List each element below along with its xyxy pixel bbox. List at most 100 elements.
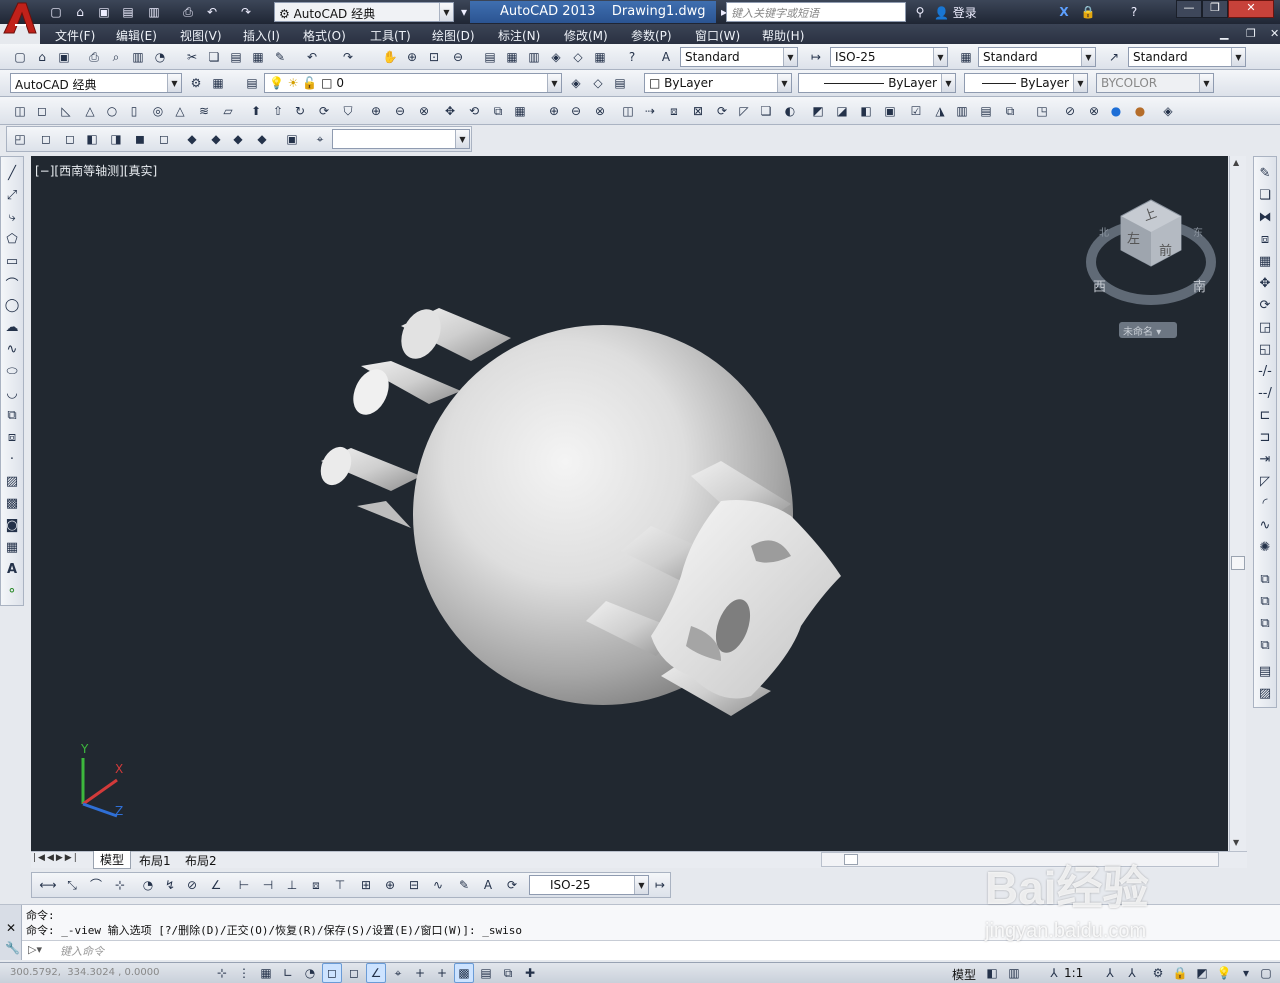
subtract-icon[interactable]: ⊖ [390,101,410,121]
pan-icon[interactable]: ✋ [380,47,400,67]
vertical-scrollbar[interactable]: ▲ ▼ [1229,156,1246,851]
visual-styles-icon[interactable]: ◳ [1032,101,1052,121]
save-icon[interactable]: ▣ [54,47,74,67]
text-front-icon[interactable]: ▤ [1255,661,1275,681]
multiline-text-icon[interactable]: A [2,559,22,579]
plot-preview-icon[interactable]: ⌕ [106,47,126,67]
layer-dropdown[interactable]: 💡 ☀ 🔓 □ 0 ▼ [264,73,562,93]
dim-space-icon[interactable]: ⧈ [306,875,326,895]
sheet-set-icon[interactable]: ◈ [546,47,566,67]
tolerance-icon[interactable]: ⊞ [356,875,376,895]
sphere-icon[interactable]: ○ [102,101,122,121]
infer-constraints-icon[interactable]: ⊹ [212,963,232,983]
ucs-menu-button[interactable]: 未命名 ▾ [1119,322,1177,338]
drawing-viewport[interactable]: [−][西南等轴测][真实] 上 左 前 西 南 北 东 未命名 ▾ Y X Z [31,156,1228,851]
properties-icon[interactable]: ▤ [480,47,500,67]
scale-icon[interactable]: ◲ [1255,317,1275,337]
conceptual-icon[interactable]: ● [1130,101,1150,121]
plot-icon[interactable]: ⎙ [84,47,104,67]
right-view-icon[interactable]: ◨ [106,129,126,149]
imprint-icon[interactable]: ◩ [808,101,828,121]
toolbar-lock-icon[interactable]: 🔒 [1170,963,1190,983]
compass-east-label[interactable]: 东 [1193,224,1203,239]
taper-faces-icon[interactable]: ◸ [734,101,754,121]
dynamic-ucs-icon[interactable]: ⌖ [388,963,408,983]
solid-subtract-icon[interactable]: ⊖ [566,101,586,121]
linetype-dropdown[interactable]: ByLayer ▼ [798,73,956,93]
open-file-icon[interactable]: ⌂ [70,2,90,22]
section-plane-icon[interactable]: ▥ [952,101,972,121]
realistic-icon[interactable]: ● [1106,101,1126,121]
make-block-icon[interactable]: ⧈ [2,427,22,447]
fillet-icon[interactable]: ◜ [1255,493,1275,513]
make-current-layer-icon[interactable]: ◈ [566,73,586,93]
linear-dim-icon[interactable]: ⟷ [38,875,58,895]
menu-dimension[interactable]: 标注(N) [498,27,540,44]
multileader-style-dropdown[interactable]: Standard ▼ [1128,47,1246,67]
extrude-icon[interactable]: ⬆ [246,101,266,121]
coordinates-readout[interactable]: 300.5792, 334.3024 , 0.0000 [10,967,160,978]
ucs-dropdown[interactable]: ▼ [332,129,470,149]
workspace-settings-icon[interactable]: ⚙ [186,73,206,93]
workspace-switch-icon[interactable]: ⚙ [1148,963,1168,983]
3d-dwf-icon[interactable]: ◔ [150,47,170,67]
insert-block-icon[interactable]: ⧉ [2,405,22,425]
layer-previous-icon[interactable]: ◇ [588,73,608,93]
publish-icon[interactable]: ▥ [128,47,148,67]
continue-dim-icon[interactable]: ⊥ [282,875,302,895]
save-as-icon[interactable]: ▤ [118,2,138,22]
polyline-icon[interactable]: ⤷ [2,207,22,227]
aligned-dim-icon[interactable]: ⤡ [62,875,82,895]
table-style-icon[interactable]: ▦ [956,47,976,67]
break-at-point-icon[interactable]: ⊏ [1255,405,1275,425]
save-icon[interactable]: ▣ [94,2,114,22]
hardware-accel-icon[interactable]: ◩ [1192,963,1212,983]
menu-draw[interactable]: 绘图(D) [432,27,475,44]
bottom-view-icon[interactable]: ◻ [60,129,80,149]
design-center-icon[interactable]: ▦ [502,47,522,67]
planar-surface-icon[interactable]: ▱ [218,101,238,121]
hatch-icon[interactable]: ▨ [2,471,22,491]
3d-move-icon[interactable]: ✥ [440,101,460,121]
torus-icon[interactable]: ◎ [148,101,168,121]
help-icon[interactable]: ? [1124,2,1144,22]
thicken-icon[interactable]: ▤ [976,101,996,121]
3d-object-snap-icon[interactable]: ◻ [344,963,364,983]
workspace-dropdown-2[interactable]: AutoCAD 经典 ▼ [10,73,182,93]
ordinate-dim-icon[interactable]: ⊹ [110,875,130,895]
rectangle-icon[interactable]: ▭ [2,251,22,271]
arc-length-icon[interactable]: ⌒ [86,875,106,895]
wrench-icon[interactable]: 🔧 [5,941,20,955]
rotate-icon[interactable]: ⟳ [1255,295,1275,315]
login-button[interactable]: 👤 登录 [934,4,977,21]
front-view-icon[interactable]: ◼ [130,129,150,149]
tab-model[interactable]: 模型 [93,851,132,869]
ellipse-icon[interactable]: ⬭ [2,361,22,381]
box-icon[interactable]: ◻ [32,101,52,121]
line-icon[interactable]: ╱ [2,163,22,183]
revolve-icon[interactable]: ⟳ [314,101,334,121]
rotate-faces-icon[interactable]: ⟳ [712,101,732,121]
dim-break-icon[interactable]: ⊤ [330,875,350,895]
selection-cycling-icon[interactable]: ⧉ [498,963,518,983]
move-icon[interactable]: ✥ [1255,273,1275,293]
minimize-button[interactable]: — [1176,0,1202,18]
menu-format[interactable]: 格式(O) [303,27,346,44]
intersect-icon[interactable]: ⊗ [414,101,434,121]
plot-icon[interactable]: ⎙ [178,2,198,22]
arc-icon[interactable]: ⌒ [2,273,22,293]
mirror-icon[interactable]: ⧓ [1255,207,1275,227]
model-space-toggle[interactable]: 模型 [952,966,976,983]
object-snap-icon[interactable]: ◻ [322,963,342,983]
camera-icon[interactable]: ▣ [282,129,302,149]
horizontal-scroll-thumb[interactable] [844,854,858,865]
clean-screen-icon[interactable]: ▢ [1256,963,1276,983]
command-handle[interactable]: ✕ 🔧 [0,905,22,960]
dim-style-dropdown-2[interactable]: ISO-25 ▼ [529,875,649,895]
auto-scale-icon[interactable]: ⅄ [1122,963,1142,983]
object-snap-tracking-icon[interactable]: ∠ [366,963,386,983]
3d-align-icon[interactable]: ⧉ [488,101,508,121]
slice-icon[interactable]: ◮ [930,101,950,121]
join-icon[interactable]: ⇥ [1255,449,1275,469]
doc-minimize-icon[interactable]: ▁ [1220,27,1228,40]
